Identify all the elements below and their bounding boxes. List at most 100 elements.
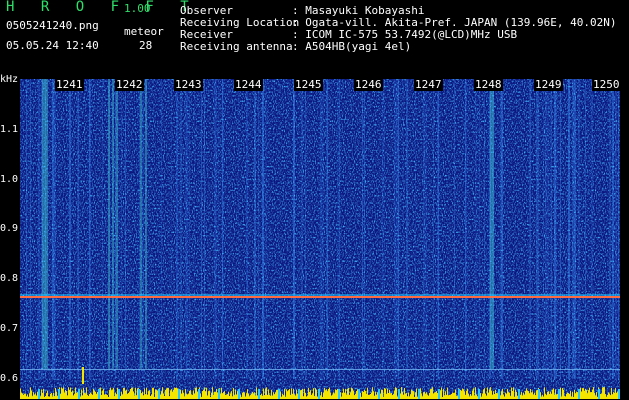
signal-bar — [404, 387, 405, 399]
signal-bar — [495, 389, 496, 399]
signal-bar — [81, 389, 82, 399]
minute-tick — [338, 389, 340, 399]
signal-bar — [85, 393, 86, 399]
time-label: 1248 — [474, 78, 503, 91]
signal-bar — [562, 388, 563, 399]
signal-bar — [308, 387, 309, 399]
signal-bar — [601, 393, 602, 399]
signal-bar — [434, 392, 435, 399]
signal-bar — [94, 390, 95, 399]
signal-bar — [124, 387, 125, 399]
signal-bar — [344, 392, 345, 399]
signal-bar — [457, 395, 458, 399]
minute-tick — [138, 389, 140, 399]
signal-bar — [288, 390, 289, 399]
signal-bar — [175, 387, 176, 399]
signal-bar — [353, 390, 354, 399]
signal-bar — [170, 390, 171, 399]
signal-bar — [241, 396, 242, 399]
signal-bar — [355, 393, 356, 399]
signal-bar — [485, 393, 486, 399]
signal-bar — [253, 393, 254, 399]
signal-bar — [332, 394, 333, 399]
signal-bar — [436, 391, 437, 399]
signal-bar — [91, 393, 92, 399]
app-brand: H R O F F T — [6, 0, 198, 15]
signal-bar — [289, 388, 290, 399]
signal-bar — [392, 395, 393, 399]
signal-bar — [42, 392, 43, 399]
signal-bar — [351, 387, 352, 399]
signal-bar — [384, 387, 385, 399]
signal-bar — [437, 392, 438, 399]
signal-bar — [53, 392, 54, 399]
signal-bar — [535, 395, 536, 399]
signal-bar — [513, 387, 514, 399]
minute-tick — [158, 389, 160, 399]
signal-bar — [243, 392, 244, 399]
signal-bar — [205, 391, 206, 399]
meteor-label: meteor — [124, 25, 164, 38]
signal-bar — [102, 390, 103, 399]
signal-bar — [395, 387, 396, 399]
signal-bar — [613, 392, 614, 399]
minute-tick — [98, 389, 100, 399]
signal-bar — [471, 395, 472, 399]
signal-bar — [472, 390, 473, 399]
signal-bar — [250, 395, 251, 399]
signal-bar — [114, 396, 115, 399]
signal-bar — [596, 392, 597, 399]
signal-bar — [520, 394, 521, 399]
signal-bar — [296, 389, 297, 399]
signal-bar — [107, 395, 108, 399]
signal-bar — [95, 391, 96, 399]
signal-bar — [105, 394, 106, 399]
app-version: 1.00 — [124, 2, 151, 15]
signal-bar — [32, 396, 33, 399]
antenna-value: : A504HB(yagi 4el) — [292, 40, 412, 53]
signal-bar — [302, 388, 303, 399]
signal-bar — [484, 388, 485, 399]
signal-bar — [274, 394, 275, 399]
signal-bar — [421, 393, 422, 399]
signal-bar — [428, 395, 429, 399]
time-label: 1244 — [234, 78, 263, 91]
signal-bar — [109, 389, 110, 399]
signal-bar — [206, 387, 207, 399]
signal-bar — [584, 390, 585, 399]
signal-bar — [132, 387, 133, 399]
signal-bar — [361, 396, 362, 399]
signal-bar — [586, 389, 587, 399]
signal-bar — [129, 391, 130, 399]
freq-label: 1.0 — [0, 174, 19, 185]
signal-bar — [176, 387, 177, 399]
signal-bar — [467, 388, 468, 399]
signal-bar — [524, 394, 525, 399]
signal-bar — [194, 393, 195, 399]
signal-bar — [306, 396, 307, 399]
signal-bar — [55, 387, 56, 399]
signal-bar — [422, 396, 423, 399]
signal-bar — [555, 389, 556, 399]
signal-bar — [193, 390, 194, 399]
signal-bar — [146, 387, 147, 399]
signal-bar — [545, 393, 546, 399]
signal-bar — [489, 389, 490, 399]
signal-bar — [244, 392, 245, 399]
signal-bar — [166, 388, 167, 399]
signal-bar — [583, 388, 584, 399]
signal-bar — [366, 393, 367, 399]
signal-bar — [141, 393, 142, 399]
signal-bar — [70, 387, 71, 399]
signal-bar — [572, 392, 573, 399]
signal-bar — [284, 388, 285, 399]
signal-bar — [337, 388, 338, 399]
signal-bar — [165, 389, 166, 399]
signal-bar — [156, 389, 157, 399]
minute-tick — [298, 389, 300, 399]
signal-bar — [556, 394, 557, 399]
signal-bar — [477, 396, 478, 399]
signal-bar — [312, 393, 313, 399]
signal-bar — [27, 394, 28, 399]
signal-bar — [209, 390, 210, 399]
